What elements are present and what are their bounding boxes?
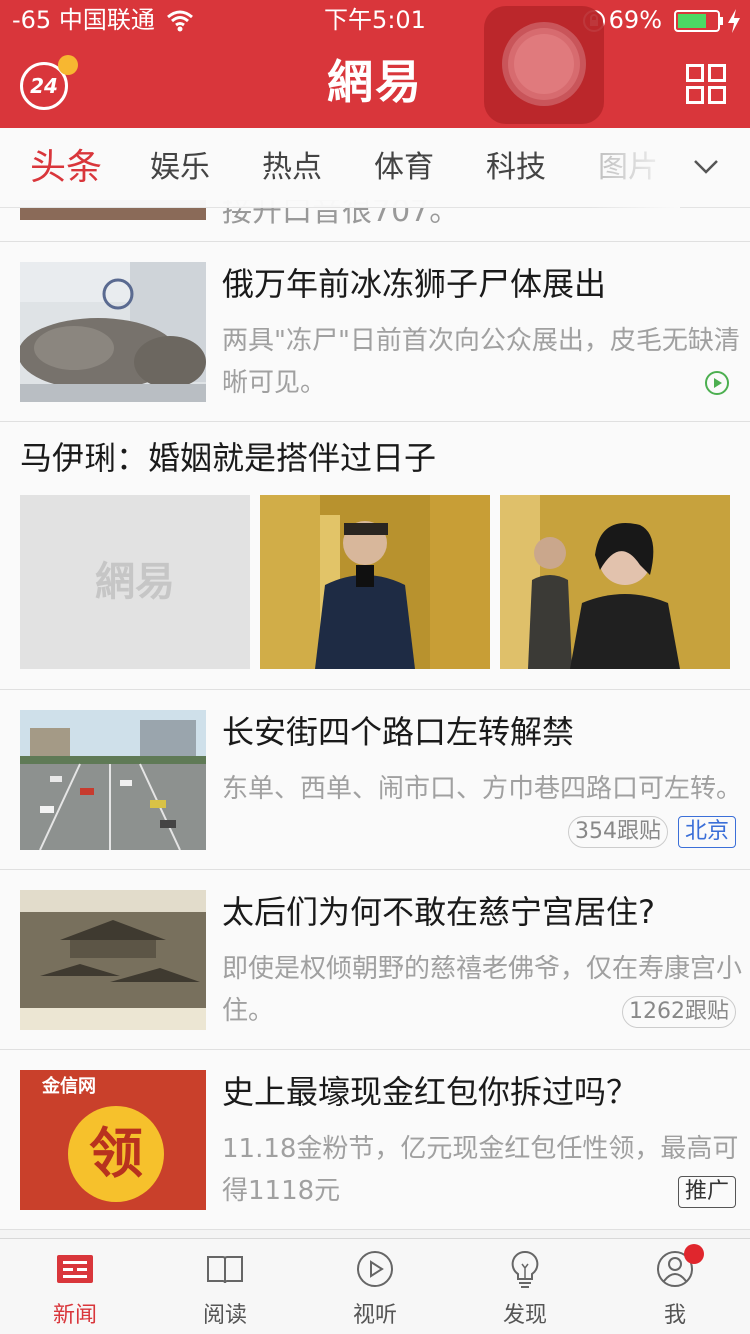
photo-thumbnail <box>500 495 730 669</box>
battery-percentage: 69% <box>608 6 662 34</box>
article-thumbnail <box>20 890 206 1030</box>
tab-entertainment[interactable]: 娱乐 <box>150 128 210 208</box>
list-item[interactable]: 俄万年前冰冻狮子尸体展出 两具"冻尸"日前首次向公众展出，皮毛无缺清晰可见。 <box>0 242 750 422</box>
reply-count-badge: 354跟贴 <box>568 816 668 848</box>
ad-brand-text: 金信网 <box>42 1076 96 1097</box>
city-tag: 北京 <box>678 816 737 848</box>
article-thumbnail <box>20 262 206 402</box>
article-thumbnail <box>20 710 206 850</box>
video-play-icon <box>705 371 729 395</box>
tab-sports[interactable]: 体育 <box>374 128 434 208</box>
tab-hot[interactable]: 热点 <box>262 128 322 208</box>
grid-menu-icon[interactable] <box>686 64 726 104</box>
bottom-tab-bar: 新闻 阅读 视听 发现 我 <box>0 1238 750 1334</box>
news-icon <box>57 1255 93 1283</box>
tabbar-discover[interactable]: 发现 <box>450 1239 600 1334</box>
tabbar-label: 我 <box>663 1303 686 1328</box>
chevron-down-icon[interactable] <box>692 152 720 180</box>
play-icon <box>357 1251 393 1287</box>
photoset-item[interactable]: 马伊琍：婚姻就是搭伴过日子 網易 <box>0 422 750 690</box>
article-title: 长安街四个路口左转解禁 <box>222 713 575 751</box>
tabbar-news[interactable]: 新闻 <box>0 1239 150 1334</box>
tabbar-label: 发现 <box>502 1303 547 1328</box>
battery-icon <box>674 10 723 32</box>
ad-thumbnail: 金信网 领 <box>20 1070 206 1210</box>
article-desc: 两具"冻尸"日前首次向公众展出，皮毛无缺清晰可见。 <box>222 326 740 398</box>
article-title: 太后们为何不敢在慈宁宫居住? <box>222 893 655 931</box>
app-logo: 網易 <box>327 55 423 109</box>
photo-thumbnail <box>260 495 490 669</box>
reply-count-badge: 1262跟贴 <box>622 996 736 1028</box>
photo-placeholder: 網易 <box>20 495 250 669</box>
tab-headlines[interactable]: 头条 <box>30 128 102 208</box>
book-icon <box>207 1256 243 1284</box>
tabbar-label: 阅读 <box>202 1303 247 1328</box>
tabbar-video[interactable]: 视听 <box>300 1239 450 1334</box>
photoset-title: 马伊琍：婚姻就是搭伴过日子 <box>20 439 437 477</box>
article-title: 史上最壕现金红包你拆过吗？ <box>222 1073 639 1111</box>
tabbar-label: 新闻 <box>52 1303 97 1328</box>
placeholder-logo: 網易 <box>95 558 175 605</box>
channel-tabs: 头条 娱乐 热点 体育 科技 图片 <box>0 128 750 208</box>
list-item[interactable]: 太后们为何不敢在慈宁宫居住? 即使是权倾朝野的慈禧老佛爷，仅在寿康宫小住。 12… <box>0 870 750 1050</box>
ad-coin-char: 领 <box>89 1122 143 1185</box>
article-title: 俄万年前冰冻狮子尸体展出 <box>222 265 607 303</box>
article-desc: 11.18金粉节，亿元现金红包任性领，最高可得1118元 <box>222 1134 739 1206</box>
lightbulb-icon <box>511 1250 539 1288</box>
ad-item[interactable]: 金信网 领 史上最壕现金红包你拆过吗？ 11.18金粉节，亿元现金红包任性领，最… <box>0 1050 750 1230</box>
list-item[interactable]: 长安街四个路口左转解禁 东单、西单、闹市口、方巾巷四路口可左转。 354跟贴 北… <box>0 690 750 870</box>
ad-label: 推广 <box>678 1176 737 1208</box>
tabbar-label: 视听 <box>352 1303 397 1328</box>
charging-icon <box>728 9 740 33</box>
tab-tech[interactable]: 科技 <box>486 128 546 208</box>
tabbar-reading[interactable]: 阅读 <box>150 1239 300 1334</box>
tabbar-me[interactable]: 我 <box>600 1239 750 1334</box>
notification-dot <box>684 1244 704 1264</box>
article-desc: 东单、西单、闹市口、方巾巷四路口可左转。 <box>222 774 743 804</box>
tabs-fade <box>590 128 680 208</box>
assistive-touch-core <box>514 34 574 94</box>
